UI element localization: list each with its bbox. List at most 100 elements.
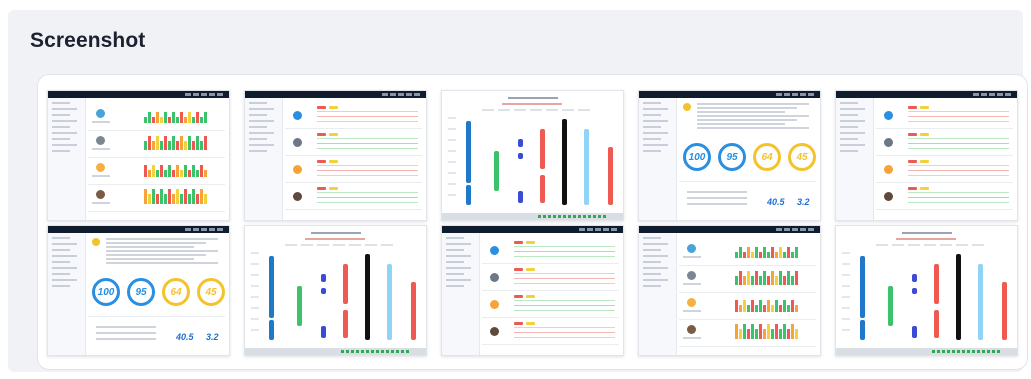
axis-tick	[448, 161, 456, 163]
leaderboard-bar	[608, 147, 613, 205]
axis-tick	[842, 296, 850, 298]
score-bar	[751, 252, 754, 258]
leaderboard-bar	[978, 264, 983, 340]
row-divider	[876, 155, 1013, 156]
progress-line	[908, 148, 1009, 149]
score-bar	[759, 276, 762, 285]
sidebar-line	[643, 243, 668, 245]
progress-line	[317, 143, 418, 144]
status-tag	[908, 106, 917, 109]
score-bar	[188, 170, 191, 177]
status-tag	[514, 241, 523, 244]
screenshot-thumbnail[interactable]: 100 95 64 45 40.5 3.2	[638, 90, 821, 221]
screenshot-thumbnail[interactable]	[244, 90, 427, 221]
screenshot-thumbnail[interactable]	[835, 90, 1018, 221]
axis-tick	[251, 274, 259, 276]
score-bar	[180, 170, 183, 177]
description-line	[697, 111, 785, 113]
section-divider	[679, 181, 816, 182]
user-name	[92, 202, 110, 204]
score-bar	[152, 165, 155, 177]
axis-tick	[448, 117, 456, 119]
score-bar	[767, 300, 770, 312]
user-name	[92, 121, 110, 123]
score-bar	[164, 194, 167, 204]
screenshot-thumbnail[interactable]	[47, 90, 230, 221]
thumb-topbar	[639, 91, 820, 98]
screenshot-thumbnail[interactable]	[441, 225, 624, 356]
leaderboard-bar	[269, 256, 274, 318]
screenshot-thumbnail[interactable]	[638, 225, 821, 356]
axis-tick	[251, 263, 259, 265]
user-name	[92, 148, 110, 150]
score-bar	[184, 189, 187, 204]
description-line	[106, 258, 194, 260]
score-bar	[200, 117, 203, 123]
score-bar	[759, 300, 762, 312]
score-bar	[747, 247, 750, 258]
score-bar	[735, 300, 738, 312]
score-bar	[176, 141, 179, 150]
sidebar-line	[643, 261, 661, 263]
status-dot	[396, 350, 399, 353]
nav-links	[185, 93, 225, 96]
score-bar	[779, 329, 782, 339]
leaderboard-bar	[343, 310, 348, 338]
leaderboard-bar	[365, 254, 370, 340]
score-bar	[176, 189, 179, 204]
description-line	[106, 254, 206, 256]
status-tag	[329, 133, 338, 136]
screenshot-thumbnail[interactable]	[441, 90, 624, 221]
leaderboard-bar	[540, 175, 545, 203]
thumb-sidebar	[48, 233, 86, 355]
user-avatar	[293, 138, 302, 147]
leaderboard-subtitle	[896, 238, 956, 240]
progress-line	[317, 197, 418, 198]
filter-chip	[301, 244, 313, 246]
user-name	[683, 337, 701, 339]
user-avatar	[490, 273, 499, 282]
leaderboard-bar	[540, 129, 545, 169]
score-bar	[739, 329, 742, 339]
score-bar	[196, 194, 199, 204]
leaderboard-bar	[387, 264, 392, 340]
sidebar-line	[446, 273, 464, 275]
user-avatar	[687, 271, 696, 280]
sidebar-line	[840, 132, 865, 134]
leaderboard-bar	[912, 274, 917, 282]
axis-tick	[251, 285, 259, 287]
leaderboard-bar	[269, 320, 274, 340]
thumb-topbar	[48, 91, 229, 98]
status-dot	[957, 350, 960, 353]
screenshot-thumbnail[interactable]	[244, 225, 427, 356]
status-dot	[563, 215, 566, 218]
score-bar	[735, 324, 738, 339]
row-divider	[285, 182, 422, 183]
sidebar-line	[52, 249, 70, 251]
progress-line	[317, 138, 418, 139]
screenshot-thumbnail[interactable]	[835, 225, 1018, 356]
leaderboard-bar	[912, 326, 917, 338]
score-bar	[751, 276, 754, 285]
progress-line	[514, 300, 615, 301]
thumb-topbar	[48, 226, 229, 233]
status-dot	[942, 350, 945, 353]
row-divider	[679, 346, 816, 347]
sidebar-line	[840, 126, 858, 128]
screenshot-thumbnail[interactable]: 100 95 64 45 40.5 3.2	[47, 225, 230, 356]
sidebar-line	[643, 108, 668, 110]
leaderboard-bar	[494, 151, 499, 191]
score-bar	[787, 305, 790, 312]
status-dot	[356, 350, 359, 353]
score-bar	[152, 141, 155, 150]
status-dot	[568, 215, 571, 218]
row-divider	[679, 265, 816, 266]
sidebar-line	[52, 273, 70, 275]
score-bar	[739, 247, 742, 258]
status-dot	[346, 350, 349, 353]
nav-links	[776, 93, 816, 96]
filter-chip	[514, 109, 526, 111]
user-avatar	[293, 111, 302, 120]
axis-tick	[842, 274, 850, 276]
status-tag	[317, 133, 326, 136]
